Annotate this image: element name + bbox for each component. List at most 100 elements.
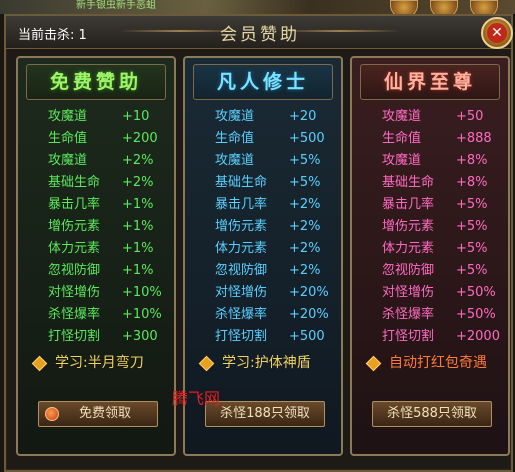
stat-value: +50 <box>456 109 484 124</box>
stat-value: +8% <box>456 175 488 190</box>
stat-value: +10% <box>122 307 162 322</box>
stat-row: 攻魔道 +10 <box>28 106 172 128</box>
stat-label: 攻魔道 <box>215 153 255 168</box>
learn-skill-text: 学习:护体神盾 <box>222 355 311 371</box>
stat-row: 体力元素 +5% <box>362 238 506 260</box>
stat-row: 攻魔道 +2% <box>28 150 172 172</box>
stat-value: +2% <box>122 153 154 168</box>
stat-list: 攻魔道 +10 生命值 +200 攻魔道 +2% 基础生命 +2% 暴击几率 +1% 增伤… <box>28 106 172 348</box>
stat-label: 基础生命 <box>215 175 268 190</box>
stat-value: +888 <box>456 131 492 146</box>
panel-free-sponsor: 免费赞助 攻魔道 +10 生命值 +200 攻魔道 +2% 基础生命 +2% 暴击几率 +… <box>16 56 176 456</box>
stat-value: +5% <box>456 197 488 212</box>
close-icon[interactable]: ✕ <box>487 23 507 43</box>
stat-value: +20% <box>289 285 329 300</box>
stat-value: +5% <box>456 263 488 278</box>
stat-label: 杀怪爆率 <box>382 307 435 322</box>
stat-label: 杀怪爆率 <box>215 307 268 322</box>
panel-title: 免费赞助 <box>26 64 166 100</box>
stat-row: 打怪切割 +500 <box>195 326 339 348</box>
stat-row: 攻魔道 +20 <box>195 106 339 128</box>
stat-row: 打怪切割 +2000 <box>362 326 506 348</box>
stat-label: 攻魔道 <box>48 153 88 168</box>
stat-label: 生命值 <box>48 131 88 146</box>
stat-value: +2% <box>289 197 321 212</box>
stat-value: +1% <box>122 219 154 234</box>
stat-label: 暴击几率 <box>215 197 268 212</box>
stat-value: +5% <box>289 175 321 190</box>
stat-label: 忽视防御 <box>48 263 101 278</box>
stat-row: 杀怪爆率 +10% <box>28 304 172 326</box>
stat-value: +1% <box>122 241 154 256</box>
close-button[interactable]: ✕ <box>481 17 513 49</box>
stat-row: 忽视防御 +2% <box>195 260 339 282</box>
stat-row: 生命值 +200 <box>28 128 172 150</box>
learn-skill-text: 学习:半月弯刀 <box>55 355 144 371</box>
panel-title: 仙界至尊 <box>360 64 500 100</box>
stat-row: 基础生命 +2% <box>28 172 172 194</box>
stat-row: 暴击几率 +2% <box>195 194 339 216</box>
stat-label: 体力元素 <box>215 241 268 256</box>
panel-title: 凡人修士 <box>193 64 333 100</box>
gem-icon <box>365 355 382 371</box>
stat-value: +5% <box>456 219 488 234</box>
stat-row: 对怪增伤 +10% <box>28 282 172 304</box>
stat-label: 打怪切割 <box>215 329 268 344</box>
stat-row: 忽视防御 +5% <box>362 260 506 282</box>
stat-row: 增伤元素 +5% <box>362 216 506 238</box>
stat-label: 杀怪爆率 <box>48 307 101 322</box>
stat-value: +50% <box>456 285 496 300</box>
stat-label: 基础生命 <box>382 175 435 190</box>
panel-immortal-supreme: 仙界至尊 攻魔道 +50 生命值 +888 攻魔道 +8% 基础生命 +8% 暴击几率 +… <box>350 56 510 456</box>
free-claim-button[interactable]: 免费领取 <box>38 401 158 427</box>
stat-row: 暴击几率 +1% <box>28 194 172 216</box>
stat-row: 暴击几率 +5% <box>362 194 506 216</box>
button-label: 免费领取 <box>78 406 131 421</box>
stat-value: +2% <box>289 263 321 278</box>
stat-label: 对怪增伤 <box>382 285 435 300</box>
stat-row: 对怪增伤 +50% <box>362 282 506 304</box>
orb-icon <box>45 407 59 421</box>
stat-row: 体力元素 +1% <box>28 238 172 260</box>
gem-icon <box>31 355 48 371</box>
stat-row: 增伤元素 +1% <box>28 216 172 238</box>
stat-value: +8% <box>456 153 488 168</box>
gem-icon <box>198 355 215 371</box>
stat-value: +20% <box>289 307 329 322</box>
stat-value: +2% <box>289 219 321 234</box>
stat-value: +10 <box>122 109 150 124</box>
learn-skill: 学习:护体神盾 <box>191 352 341 374</box>
stat-value: +50% <box>456 307 496 322</box>
stat-row: 攻魔道 +50 <box>362 106 506 128</box>
stat-label: 攻魔道 <box>215 109 255 124</box>
stat-row: 增伤元素 +2% <box>195 216 339 238</box>
stat-label: 体力元素 <box>382 241 435 256</box>
stat-label: 增伤元素 <box>48 219 101 234</box>
stat-label: 生命值 <box>215 131 255 146</box>
stat-label: 生命值 <box>382 131 422 146</box>
stat-list: 攻魔道 +50 生命值 +888 攻魔道 +8% 基础生命 +8% 暴击几率 +5% 增伤… <box>362 106 506 348</box>
stat-label: 攻魔道 <box>382 109 422 124</box>
stat-row: 生命值 +888 <box>362 128 506 150</box>
stat-label: 增伤元素 <box>215 219 268 234</box>
claim-588-button[interactable]: 杀怪588只领取 <box>372 401 492 427</box>
stat-value: +300 <box>122 329 158 344</box>
stat-label: 打怪切割 <box>48 329 101 344</box>
claim-188-button[interactable]: 杀怪188只领取 <box>205 401 325 427</box>
kill-count: 当前击杀: 1 <box>18 28 87 43</box>
learn-skill: 自动打红包奇遇 <box>358 352 508 374</box>
stat-row: 忽视防御 +1% <box>28 260 172 282</box>
stat-value: +2000 <box>456 329 500 344</box>
stat-label: 攻魔道 <box>48 109 88 124</box>
stat-row: 基础生命 +8% <box>362 172 506 194</box>
stat-label: 增伤元素 <box>382 219 435 234</box>
stat-value: +500 <box>289 329 325 344</box>
stat-row: 攻魔道 +5% <box>195 150 339 172</box>
stat-label: 攻魔道 <box>382 153 422 168</box>
stat-value: +200 <box>122 131 158 146</box>
stat-label: 对怪增伤 <box>215 285 268 300</box>
stat-label: 忽视防御 <box>382 263 435 278</box>
stat-value: +5% <box>456 241 488 256</box>
stat-value: +20 <box>289 109 317 124</box>
stat-label: 体力元素 <box>48 241 101 256</box>
